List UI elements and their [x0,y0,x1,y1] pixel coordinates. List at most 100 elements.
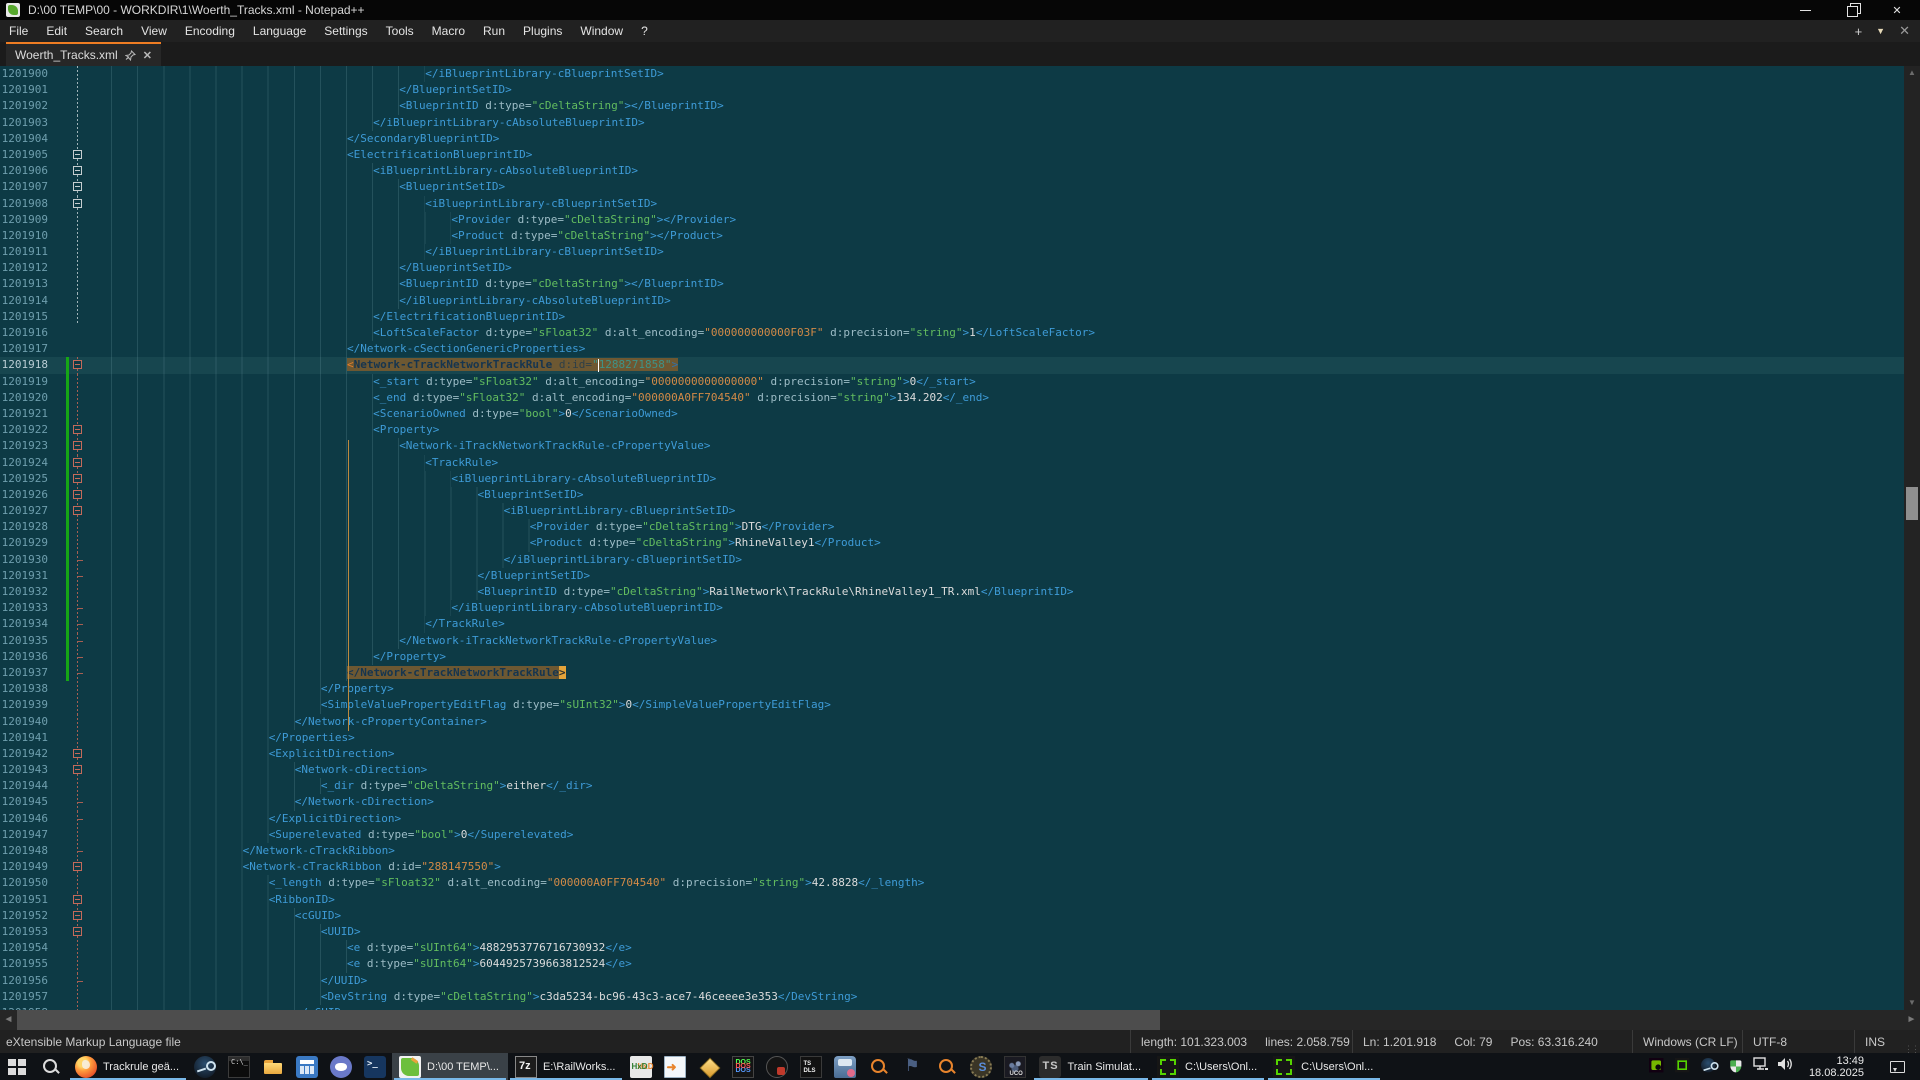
code-line[interactable]: 1201909<Provider d:type="cDeltaString"><… [0,212,1904,228]
line-number[interactable]: 1201900 [0,66,55,82]
line-number[interactable]: 1201948 [0,843,55,859]
line-number[interactable]: 1201922 [0,422,55,438]
code-line[interactable]: 1201947 <Superelevated d:type="bool">0</S… [0,827,1904,843]
taskbar-item-hxd-hex-editor[interactable] [624,1053,658,1080]
code-text[interactable]: <iBlueprintLibrary-cAbsoluteBlueprintID> [86,163,638,179]
line-number[interactable]: 1201917 [0,341,55,357]
insert-mode-status[interactable]: INS [1865,1035,1885,1049]
code-line[interactable]: 1201906<iBlueprintLibrary-cAbsoluteBluep… [0,163,1904,179]
code-line[interactable]: 1201957<DevString d:type="cDeltaString">… [0,989,1904,1005]
taskbar-item-flag-tool[interactable] [896,1053,930,1080]
taskbar-item-command-prompt[interactable] [222,1053,256,1080]
code-line[interactable]: 1201938</Property> [0,681,1904,697]
horizontal-scrollbar[interactable]: ◄ ► [0,1010,1920,1030]
taskbar-item-train-simulator[interactable]: Train Simulat... [1032,1053,1150,1080]
code-text[interactable]: </ElectrificationBlueprintID> [86,309,565,325]
code-text[interactable]: <_end d:type="sFloat32" d:alt_encoding="… [86,390,989,406]
code-text[interactable]: <SimpleValuePropertyEditFlag d:type="sUI… [86,697,831,713]
code-text[interactable]: <Property> [86,422,439,438]
menu-item-view[interactable]: View [132,20,176,42]
taskbar-item-start-button[interactable] [0,1053,34,1080]
code-text[interactable]: <iBlueprintLibrary-cBlueprintSetID> [86,503,735,519]
line-number[interactable]: 1201956 [0,973,55,989]
line-number[interactable]: 1201925 [0,471,55,487]
pin-icon[interactable] [125,50,136,61]
taskbar-item-ts-dls-tool[interactable] [794,1053,828,1080]
code-line[interactable]: 1201952<cGUID> [0,908,1904,924]
scroll-up-arrow[interactable]: ▲ [1904,66,1920,80]
tab-list-button[interactable]: ▼ [1876,26,1885,36]
line-number[interactable]: 1201955 [0,956,55,972]
taskbar-item-dosbox[interactable] [726,1053,760,1080]
code-line[interactable]: 1201902 <BlueprintID d:type="cDeltaString… [0,98,1904,114]
code-line[interactable]: 1201915</ElectrificationBlueprintID> [0,309,1904,325]
line-number[interactable]: 1201932 [0,584,55,600]
code-text[interactable]: <BlueprintID d:type="cDeltaString"></Blu… [86,98,724,114]
code-text[interactable]: </TrackRule> [86,616,505,632]
code-line[interactable]: 1201943<Network-cDirection> [0,762,1904,778]
code-line[interactable]: 1201923<Network-iTrackNetworkTrackRule-c… [0,438,1904,454]
code-text[interactable]: <Superelevated d:type="bool">0</Superele… [86,827,573,843]
line-number[interactable]: 1201936 [0,649,55,665]
close-tab-button[interactable]: ✕ [1899,23,1910,39]
code-line[interactable]: 1201924<TrackRule> [0,455,1904,471]
line-number[interactable]: 1201905 [0,147,55,163]
code-text[interactable]: </Network-cTrackRibbon> [86,843,395,859]
menu-item-file[interactable]: File [0,20,37,42]
line-number[interactable]: 1201940 [0,714,55,730]
code-line[interactable]: 1201921<ScenarioOwned d:type="bool">0</S… [0,406,1904,422]
line-number[interactable]: 1201937 [0,665,55,681]
tab-woerth-tracks[interactable]: Woerth_Tracks.xml ✕ [6,42,161,66]
scroll-right-arrow[interactable]: ► [1903,1010,1920,1030]
fold-collapse-box[interactable] [73,150,82,159]
code-text[interactable]: </Property> [86,649,446,665]
taskbar-clock[interactable]: 13:49 18.08.2025 [1801,1055,1872,1079]
line-number[interactable]: 1201947 [0,827,55,843]
line-number[interactable]: 1201923 [0,438,55,454]
green-selection-tray-icon[interactable] [1675,1058,1693,1076]
vertical-scrollbar-thumb[interactable] [1906,487,1918,520]
code-text[interactable]: <_length d:type="sFloat32" d:alt_encodin… [86,875,924,891]
fold-collapse-box[interactable] [73,474,82,483]
code-line[interactable]: 1201942 <ExplicitDirection> [0,746,1904,762]
close-button[interactable]: ✕ [1874,0,1920,20]
code-line[interactable]: 1201932<BlueprintID d:type="cDeltaString… [0,584,1904,600]
code-line[interactable]: 1201907<BlueprintSetID> [0,179,1904,195]
code-line[interactable]: 1201918<Network-cTrackNetworkTrackRule d… [0,357,1904,373]
code-text[interactable]: </iBlueprintLibrary-cBlueprintSetID> [86,244,664,260]
vertical-scrollbar[interactable]: ▲ ▼ [1904,66,1920,1010]
code-line[interactable]: 1201928<Provider d:type="cDeltaString">D… [0,519,1904,535]
code-text[interactable]: <Provider d:type="cDeltaString">DTG</Pro… [86,519,834,535]
code-text[interactable]: <ElectrificationBlueprintID> [86,147,532,163]
code-line[interactable]: 1201944<_dir d:type="cDeltaString">eithe… [0,778,1904,794]
code-text[interactable]: <_dir d:type="cDeltaString">either</_dir… [86,778,592,794]
code-line[interactable]: 1201934</TrackRule> [0,616,1904,632]
line-number[interactable]: 1201942 [0,746,55,762]
line-number[interactable]: 1201950 [0,875,55,891]
code-text[interactable]: <UUID> [86,924,361,940]
code-line[interactable]: 1201939<SimpleValuePropertyEditFlag d:ty… [0,697,1904,713]
code-text[interactable]: </iBlueprintLibrary-cBlueprintSetID> [86,552,742,568]
line-number[interactable]: 1201933 [0,600,55,616]
code-line[interactable]: 1201903</iBlueprintLibrary-cAbsoluteBlue… [0,115,1904,131]
code-text[interactable]: <ScenarioOwned d:type="bool">0</Scenario… [86,406,678,422]
menu-item-edit[interactable]: Edit [37,20,76,42]
menu-item-settings[interactable]: Settings [315,20,376,42]
code-text[interactable]: <ExplicitDirection> [86,746,395,762]
fold-collapse-box[interactable] [73,166,82,175]
code-text[interactable]: </UUID> [86,973,367,989]
fold-collapse-box[interactable] [73,927,82,936]
line-number[interactable]: 1201941 [0,730,55,746]
taskbar-item-calculator[interactable] [290,1053,324,1080]
code-text[interactable]: </iBlueprintLibrary-cAbsoluteBlueprintID… [86,600,723,616]
code-text[interactable]: </SecondaryBlueprintID> [86,131,499,147]
line-number[interactable]: 1201902 [0,98,55,114]
taskbar-item-seven-zip[interactable]: E:\RailWorks... [508,1053,625,1080]
code-text[interactable]: <Provider d:type="cDeltaString"></Provid… [86,212,736,228]
code-text[interactable]: </Network-cTrackNetworkTrackRule> [86,665,566,681]
code-line[interactable]: 1201940</Network-cPropertyContainer> [0,714,1904,730]
code-text[interactable]: <iBlueprintLibrary-cAbsoluteBlueprintID> [86,471,716,487]
line-number[interactable]: 1201907 [0,179,55,195]
taskbar-item-discord[interactable] [324,1053,358,1080]
taskbar-item-uco-tool[interactable] [998,1053,1032,1080]
